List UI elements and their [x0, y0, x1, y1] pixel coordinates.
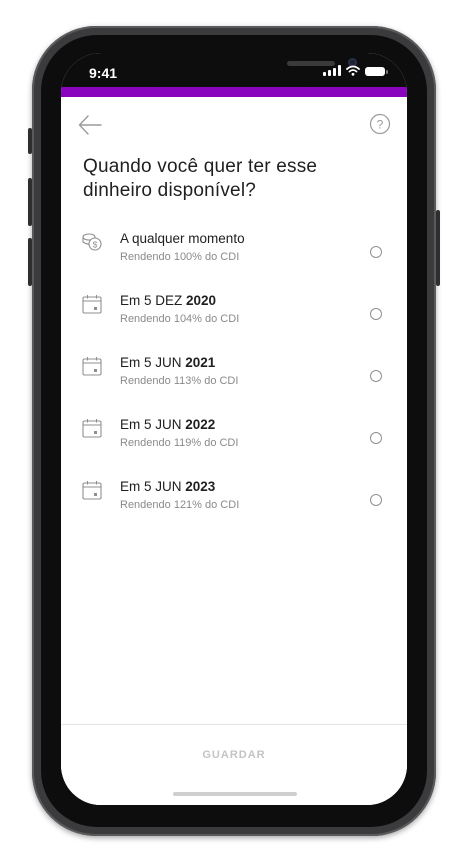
option-label: Em 5 JUN 2023	[120, 479, 216, 494]
option-year: 2020	[186, 293, 217, 308]
back-arrow-icon[interactable]	[77, 113, 103, 137]
option-dec-2020[interactable]: Em 5 DEZ 2020 Rendendo 104% do CDI	[61, 289, 407, 351]
radio-button[interactable]	[370, 246, 382, 258]
app-content: ? Quando você quer ter esse dinheiro dis…	[61, 97, 407, 805]
radio-button[interactable]	[370, 370, 382, 382]
option-yield: Rendendo 100% do CDI	[120, 251, 240, 263]
status-time: 9:41	[89, 65, 118, 81]
coins-icon: $	[82, 233, 102, 251]
battery-icon	[365, 67, 388, 76]
help-icon[interactable]: ?	[369, 113, 391, 135]
svg-text:$: $	[93, 239, 98, 249]
screen: 9:41 ? Quando você quer ter esse dinheir…	[61, 53, 407, 805]
power-button	[436, 210, 440, 286]
home-indicator[interactable]	[173, 792, 297, 796]
footer-divider	[61, 724, 407, 725]
signal-icon	[323, 65, 341, 76]
save-button[interactable]: GUARDAR	[61, 749, 407, 761]
option-year: 2023	[185, 479, 216, 494]
calendar-icon	[82, 419, 102, 438]
svg-text:?: ?	[377, 117, 384, 131]
option-label: Em 5 JUN 2021	[120, 355, 216, 370]
status-bar: 9:41	[61, 53, 407, 89]
option-yield: Rendendo 121% do CDI	[120, 499, 240, 511]
option-year: 2021	[185, 355, 216, 370]
calendar-icon	[82, 357, 102, 376]
option-label: Em 5 JUN 2022	[120, 417, 216, 432]
radio-button[interactable]	[370, 308, 382, 320]
option-anytime[interactable]: $ A qualquer momento Rendendo 100% do CD…	[61, 227, 407, 289]
option-label: Em 5 DEZ 2020	[120, 293, 217, 308]
option-jun-2021[interactable]: Em 5 JUN 2021 Rendendo 113% do CDI	[61, 351, 407, 413]
option-year: 2022	[185, 417, 216, 432]
accent-bar	[61, 87, 407, 97]
option-jun-2022[interactable]: Em 5 JUN 2022 Rendendo 119% do CDI	[61, 413, 407, 475]
wifi-icon	[346, 65, 360, 76]
volume-down-button	[28, 238, 32, 286]
option-list: $ A qualquer momento Rendendo 100% do CD…	[61, 227, 407, 537]
radio-button[interactable]	[370, 494, 382, 506]
calendar-icon	[82, 295, 102, 314]
page-title: Quando você quer ter esse dinheiro dispo…	[83, 156, 318, 201]
option-label: A qualquer momento	[120, 231, 245, 246]
status-icons	[323, 65, 388, 76]
volume-up-button	[28, 178, 32, 226]
option-yield: Rendendo 104% do CDI	[120, 313, 240, 325]
option-yield: Rendendo 119% do CDI	[120, 437, 239, 449]
calendar-icon	[82, 481, 102, 500]
option-jun-2023[interactable]: Em 5 JUN 2023 Rendendo 121% do CDI	[61, 475, 407, 537]
mute-switch	[28, 128, 32, 154]
notch	[139, 53, 357, 83]
option-yield: Rendendo 113% do CDI	[120, 375, 239, 387]
radio-button[interactable]	[370, 432, 382, 444]
